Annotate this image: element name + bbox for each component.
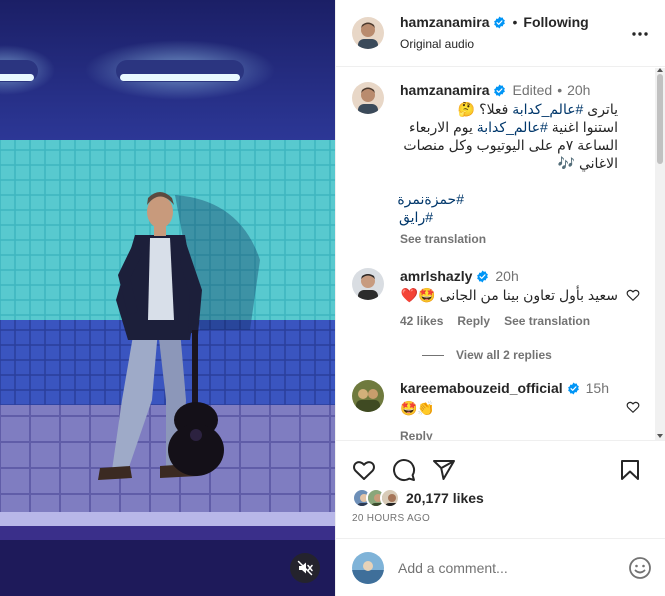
section-divider (336, 538, 665, 539)
comment-like-heart-icon[interactable] (626, 288, 640, 302)
post-header: hamzanamira • Following Original audio (336, 0, 665, 67)
more-horizontal-icon[interactable] (630, 24, 650, 44)
likes-summary[interactable]: 20,177 likes (352, 488, 484, 508)
scroll-down-arrow-icon[interactable] (657, 434, 663, 438)
see-translation-link[interactable]: See translation (504, 314, 590, 328)
liker-avatar (380, 488, 400, 508)
verified-badge-icon (567, 382, 579, 394)
video-frame-illustration (0, 0, 335, 596)
comment-item: kareemabouzeid_official 15h 🤩👏 Reply (336, 380, 665, 440)
comment-time[interactable]: 20h (495, 268, 518, 284)
caption-block: hamzanamira Edited • 20h ياترى #عالم_كدا… (336, 82, 665, 246)
comments-list[interactable]: hamzanamira Edited • 20h ياترى #عالم_كدا… (336, 68, 665, 440)
caption-username[interactable]: hamzanamira (400, 82, 489, 98)
comments-scrollbar[interactable] (655, 68, 665, 440)
comment-likes-count[interactable]: 42 likes (400, 314, 443, 328)
verified-badge-icon (494, 16, 506, 28)
audio-label[interactable]: Original audio (400, 35, 589, 53)
caption-line: الساعة ٧م على اليوتيوب وكل منصات (403, 137, 618, 153)
caption-time[interactable]: 20h (567, 82, 590, 98)
emoji-icon[interactable] (628, 556, 652, 580)
following-button[interactable]: Following (523, 13, 588, 31)
comment-item: amrlshazly 20h سعيد بأول تعاون بينا من ا… (336, 268, 665, 362)
comment-time[interactable]: 15h (586, 380, 609, 396)
author-username[interactable]: hamzanamira (400, 13, 489, 31)
edited-label: Edited (512, 82, 553, 98)
hashtag-link[interactable]: #حمزةنمرة (397, 190, 464, 208)
share-icon[interactable] (432, 458, 456, 482)
section-divider (336, 440, 665, 441)
muted-speaker-icon (297, 560, 313, 576)
scrollbar-thumb[interactable] (657, 74, 663, 164)
viewer-avatar (352, 552, 384, 584)
view-replies-button[interactable]: View all 2 replies (456, 348, 552, 362)
caption-line: ياترى #عالم_كدابة فعلا؟ 🤔 (457, 101, 618, 117)
post-media[interactable] (0, 0, 335, 596)
mute-toggle-button[interactable] (290, 553, 320, 583)
author-avatar[interactable] (352, 17, 384, 49)
reply-button[interactable]: Reply (457, 314, 490, 328)
caption-separator: • (557, 82, 563, 98)
comment-text: سعيد بأول تعاون بينا من الجانى 🤩❤️ (400, 287, 618, 303)
likes-count[interactable]: 20,177 likes (406, 490, 484, 506)
commenter-avatar[interactable] (352, 268, 384, 300)
post-side-panel: hamzanamira • Following Original audio h… (335, 0, 665, 596)
add-comment-bar (352, 552, 652, 584)
caption-line: الاغاني 🎶 (557, 155, 618, 171)
header-separator: • (512, 14, 518, 30)
see-translation-link[interactable]: See translation (400, 232, 650, 246)
commenter-avatar[interactable] (352, 380, 384, 412)
post-actions-bar (336, 450, 665, 490)
scroll-up-arrow-icon[interactable] (657, 68, 663, 72)
hashtag-link[interactable]: #رايق (399, 208, 433, 226)
hashtag-link[interactable]: #عالم_كدابة (477, 119, 548, 135)
comment-text: 🤩👏 (400, 400, 435, 416)
caption-line: استنوا اغنية #عالم_كدابة يوم الاربعاء (409, 119, 618, 135)
reply-button[interactable]: Reply (400, 429, 433, 440)
caption-author-avatar[interactable] (352, 82, 384, 114)
commenter-username[interactable]: amrlshazly (400, 268, 472, 284)
comment-like-heart-icon[interactable] (626, 400, 640, 414)
comment-icon[interactable] (392, 458, 416, 482)
replies-divider (422, 354, 444, 356)
verified-badge-icon (477, 270, 489, 282)
hashtag-link[interactable]: #عالم_كدابة (512, 101, 583, 117)
commenter-username[interactable]: kareemabouzeid_official (400, 380, 563, 396)
post-timestamp[interactable]: 20 HOURS AGO (352, 513, 430, 524)
bookmark-icon[interactable] (618, 458, 642, 482)
heart-icon[interactable] (352, 458, 376, 482)
verified-badge-icon (494, 84, 506, 96)
comment-input[interactable] (398, 560, 598, 576)
